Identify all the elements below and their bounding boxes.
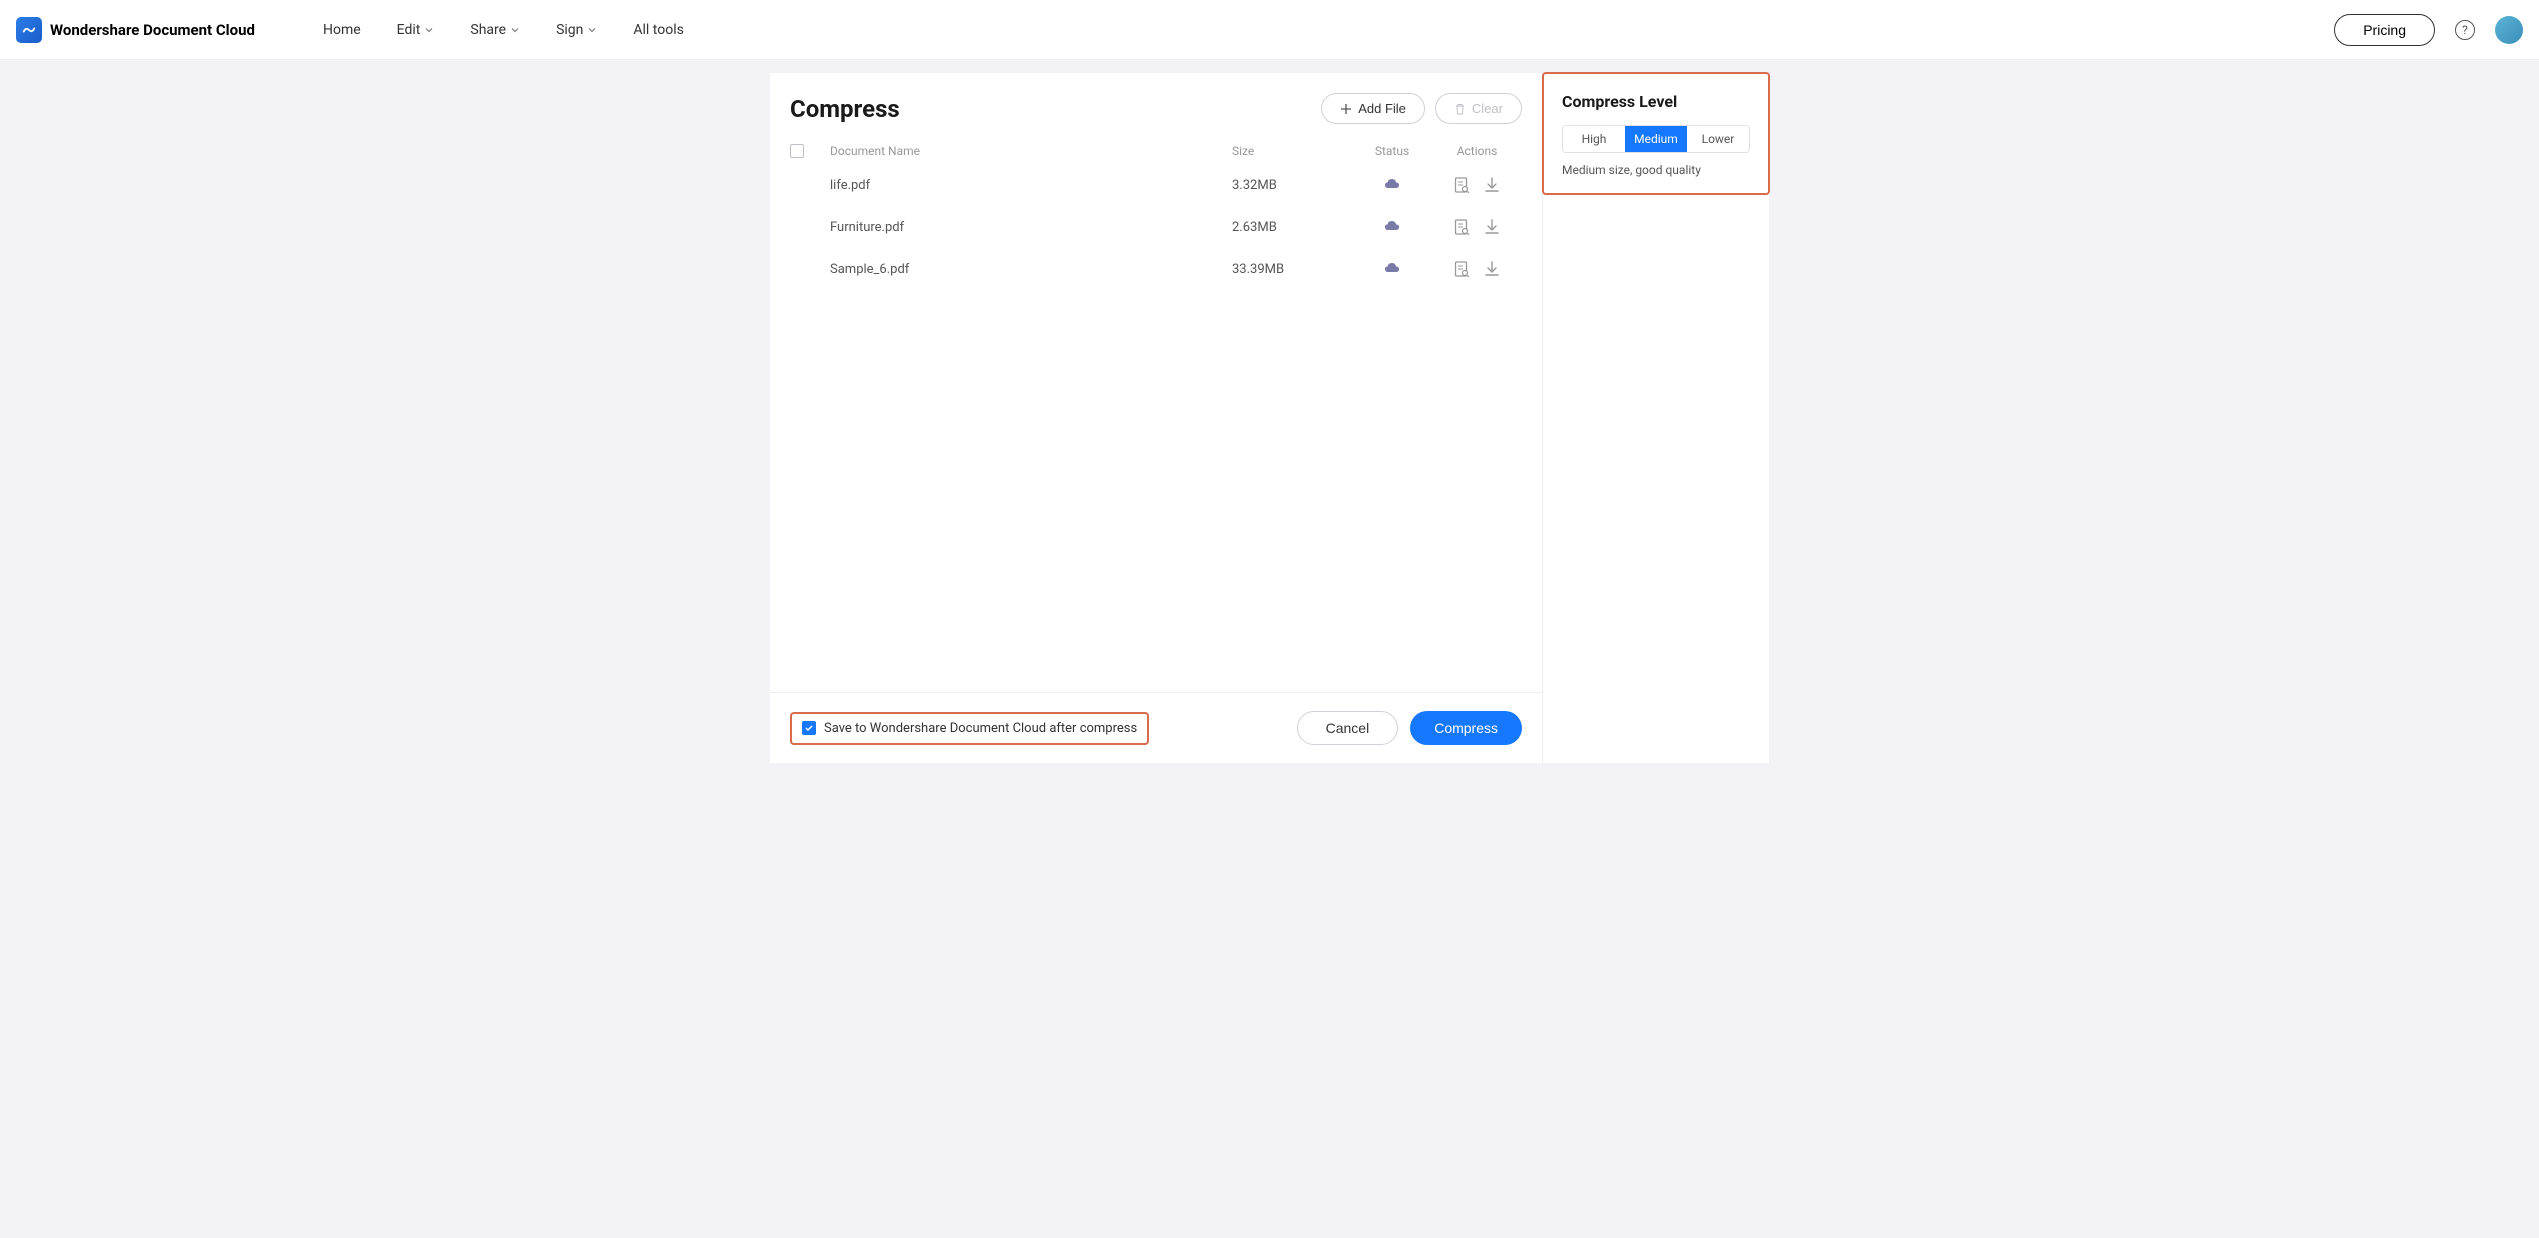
page-title: Compress — [790, 95, 1311, 123]
footer-actions: Cancel Compress — [1297, 711, 1522, 745]
avatar[interactable] — [2495, 16, 2523, 44]
logo-icon — [16, 17, 42, 43]
file-size: 33.39MB — [1232, 262, 1352, 277]
nav-all-tools-label: All tools — [633, 22, 683, 38]
file-name: Sample_6.pdf — [830, 262, 1232, 277]
app-header: Wondershare Document Cloud Home Edit Sha… — [0, 0, 2539, 60]
preview-icon[interactable] — [1453, 176, 1471, 194]
trash-icon — [1454, 103, 1466, 115]
column-header-actions: Actions — [1432, 144, 1522, 158]
help-icon[interactable]: ? — [2455, 20, 2475, 40]
level-lower[interactable]: Lower — [1687, 126, 1749, 152]
file-name: Furniture.pdf — [830, 220, 1232, 235]
compress-level-title: Compress Level — [1562, 92, 1750, 111]
table-row: Sample_6.pdf 33.39MB — [770, 248, 1542, 290]
file-size: 2.63MB — [1232, 220, 1352, 235]
download-icon[interactable] — [1483, 176, 1501, 194]
header-right: Pricing ? — [2334, 14, 2523, 46]
clear-label: Clear — [1472, 101, 1503, 116]
compress-level-segment: High Medium Lower — [1562, 125, 1750, 153]
nav-all-tools[interactable]: All tools — [633, 22, 683, 38]
column-header-size: Size — [1232, 144, 1352, 158]
select-all-checkbox[interactable] — [790, 144, 804, 158]
table-row: life.pdf 3.32MB — [770, 164, 1542, 206]
chevron-down-icon — [587, 25, 597, 35]
nav-edit-label: Edit — [397, 22, 421, 38]
save-to-cloud-highlight: Save to Wondershare Document Cloud after… — [790, 712, 1149, 745]
clear-button[interactable]: Clear — [1435, 93, 1522, 124]
nav-sign[interactable]: Sign — [556, 22, 597, 38]
column-header-status: Status — [1352, 144, 1432, 158]
save-to-cloud-label: Save to Wondershare Document Cloud after… — [824, 721, 1137, 736]
compress-level-desc: Medium size, good quality — [1562, 163, 1750, 177]
plus-icon — [1340, 103, 1352, 115]
card-footer: Save to Wondershare Document Cloud after… — [770, 692, 1542, 763]
column-header-name: Document Name — [830, 144, 1232, 158]
logo-text: Wondershare Document Cloud — [50, 21, 255, 39]
file-size: 3.32MB — [1232, 178, 1352, 193]
download-icon[interactable] — [1483, 260, 1501, 278]
card-header: Compress Add File Clear — [770, 73, 1542, 134]
preview-icon[interactable] — [1453, 218, 1471, 236]
logo[interactable]: Wondershare Document Cloud — [16, 17, 255, 43]
add-file-label: Add File — [1358, 101, 1406, 116]
cloud-icon — [1384, 261, 1400, 273]
nav-home-label: Home — [323, 22, 361, 38]
main-nav: Home Edit Share Sign All tools — [323, 22, 684, 38]
nav-sign-label: Sign — [556, 22, 583, 38]
chevron-down-icon — [424, 25, 434, 35]
table-row: Furniture.pdf 2.63MB — [770, 206, 1542, 248]
compress-level-panel: Compress Level High Medium Lower Medium … — [1542, 73, 1769, 763]
preview-icon[interactable] — [1453, 260, 1471, 278]
download-icon[interactable] — [1483, 218, 1501, 236]
compress-card: Compress Add File Clear Document Name Si… — [770, 73, 1542, 763]
nav-edit[interactable]: Edit — [397, 22, 435, 38]
compress-level-highlight: Compress Level High Medium Lower Medium … — [1542, 72, 1770, 195]
cloud-icon — [1384, 219, 1400, 231]
add-file-button[interactable]: Add File — [1321, 93, 1425, 124]
file-name: life.pdf — [830, 178, 1232, 193]
nav-share[interactable]: Share — [470, 22, 520, 38]
level-high[interactable]: High — [1563, 126, 1625, 152]
compress-button[interactable]: Compress — [1410, 711, 1522, 745]
chevron-down-icon — [510, 25, 520, 35]
save-to-cloud-checkbox[interactable] — [802, 721, 816, 735]
cloud-icon — [1384, 177, 1400, 189]
pricing-button[interactable]: Pricing — [2334, 14, 2435, 46]
table-body: life.pdf 3.32MB Furniture.pdf 2.63MB Sam… — [770, 164, 1542, 290]
content-area: Compress Add File Clear Document Name Si… — [0, 60, 2539, 763]
nav-home[interactable]: Home — [323, 22, 361, 38]
level-medium[interactable]: Medium — [1625, 126, 1687, 152]
table-header-row: Document Name Size Status Actions — [770, 134, 1542, 164]
cancel-button[interactable]: Cancel — [1297, 711, 1399, 745]
nav-share-label: Share — [470, 22, 506, 38]
